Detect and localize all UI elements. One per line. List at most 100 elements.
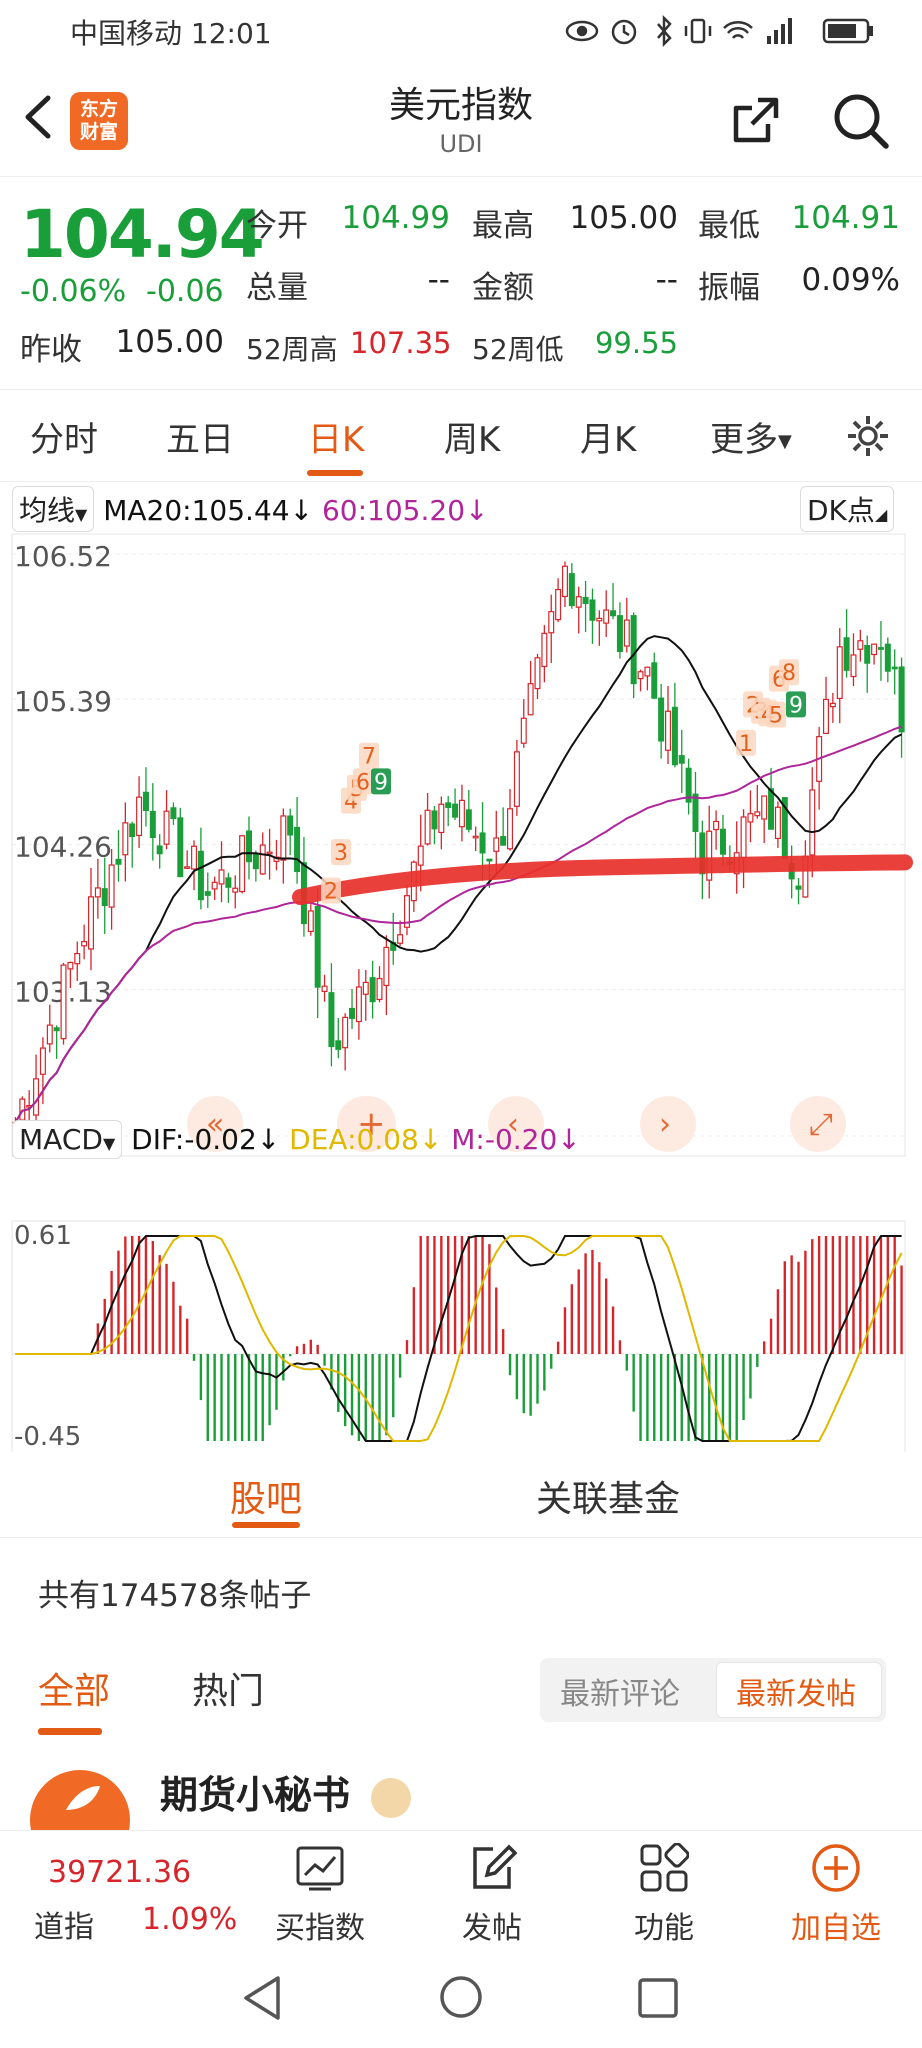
candle-body xyxy=(149,810,156,838)
nav-functions[interactable]: 功能 xyxy=(594,1831,734,1949)
candle-body xyxy=(877,647,884,650)
candle-body xyxy=(431,810,438,830)
dk-marker-label: 3 xyxy=(334,841,348,866)
candle-body xyxy=(438,803,445,834)
status-bar: 中国移动 12:01 xyxy=(0,0,922,62)
dk-point-label: DK点 xyxy=(807,494,875,527)
candle-body xyxy=(122,822,129,856)
nav-add-watchlist[interactable]: 加自选 xyxy=(766,1831,906,1949)
share-button[interactable] xyxy=(728,92,784,148)
candle-body xyxy=(314,906,321,988)
tab-more[interactable]: 更多▼ xyxy=(710,412,792,461)
candle-body xyxy=(630,615,637,685)
carrier-time: 中国移动 12:01 xyxy=(70,17,272,50)
status-icons xyxy=(562,14,892,54)
candle-body xyxy=(768,788,775,830)
quote-panel: 104.94 -0.06% -0.06 今开 104.99 最高 105.00 … xyxy=(0,178,922,390)
candle-body xyxy=(259,844,266,875)
low-label: 最低 xyxy=(698,208,760,244)
signal-icon xyxy=(767,18,792,44)
verified-badge-icon xyxy=(371,1777,412,1818)
candle-body xyxy=(527,683,534,716)
candle-body xyxy=(362,981,369,995)
post-username[interactable]: 期货小秘书 xyxy=(160,1764,412,1819)
candle-body xyxy=(60,964,67,1040)
amplitude-value: 0.09% xyxy=(801,262,900,298)
price-tick-label: 106.52 xyxy=(14,540,112,573)
candle-body xyxy=(417,845,424,866)
fullscreen-icon: ⤢ xyxy=(809,1107,833,1142)
candle-body xyxy=(129,823,136,838)
tab-all[interactable]: 全部 xyxy=(38,1662,110,1714)
candle-body xyxy=(184,866,191,869)
chart-settings-button[interactable] xyxy=(846,414,890,458)
candle-body xyxy=(713,820,720,831)
candle-body xyxy=(582,596,589,604)
candle-body xyxy=(211,881,218,890)
week52-low-value: 99.55 xyxy=(594,326,678,360)
candle-body xyxy=(568,573,575,607)
search-button[interactable] xyxy=(830,90,892,152)
week52-high-label: 52周高 xyxy=(246,333,338,366)
tab-related-funds[interactable]: 关联基金 xyxy=(536,1470,680,1522)
candle-body xyxy=(513,751,520,807)
kline-svg[interactable]: 106.52105.39104.26103.13101.992345679123… xyxy=(0,526,922,1452)
dk-marker-label: 2 xyxy=(324,880,338,905)
feed-tabs: 全部 热门 最新评论 最新发帖 xyxy=(0,1648,922,1738)
post-username-text: 期货小秘书 xyxy=(160,1773,351,1817)
price-panel-frame xyxy=(11,533,906,1157)
system-nav-bar xyxy=(0,1948,922,2048)
dea-readout: DEA:0.08↓ xyxy=(289,1123,442,1156)
candle-body xyxy=(822,698,830,734)
nav-buy-index[interactable]: 买指数 xyxy=(250,1831,390,1949)
alarm-icon xyxy=(611,19,637,45)
sort-latest-post[interactable]: 最新发帖 xyxy=(736,1669,856,1713)
price-tick-label: 104.26 xyxy=(14,830,112,863)
candle-body xyxy=(170,807,177,820)
nav-post[interactable]: 发帖 xyxy=(422,1831,562,1949)
dk-marker-label: 5 xyxy=(769,704,783,729)
candle-body xyxy=(658,697,665,742)
tab-weekly-k[interactable]: 周K xyxy=(444,412,500,461)
candle-body xyxy=(342,1016,349,1049)
tab-five-day[interactable]: 五日 xyxy=(166,412,234,461)
sort-latest-comment[interactable]: 最新评论 xyxy=(560,1669,680,1713)
candle-body xyxy=(884,643,891,672)
candle-body xyxy=(458,799,465,828)
price-tick-label: 105.39 xyxy=(14,685,112,718)
tab-intraday[interactable]: 分时 xyxy=(30,412,98,461)
open-value: 104.99 xyxy=(341,200,450,236)
system-back-icon[interactable] xyxy=(240,1974,284,2022)
m-value: M:-0.20 xyxy=(451,1123,558,1156)
prev-close-label: 昨收 xyxy=(20,332,82,368)
prev-close-value: 105.00 xyxy=(115,324,224,360)
system-home-icon[interactable] xyxy=(438,1974,484,2020)
candle-body xyxy=(520,717,527,744)
tab-monthly-k[interactable]: 月K xyxy=(580,412,636,461)
candle-body xyxy=(809,789,816,856)
candle-body xyxy=(108,864,115,908)
macd-selector[interactable]: MACD▼ xyxy=(12,1120,123,1159)
candle-body xyxy=(548,611,555,634)
dk-marker-label: 9 xyxy=(374,770,388,795)
candle-body xyxy=(445,802,452,808)
nav-add-watchlist-label: 加自选 xyxy=(791,1911,881,1946)
candle-body xyxy=(383,946,390,987)
candle-body xyxy=(740,816,747,859)
tab-guba[interactable]: 股吧 xyxy=(230,1470,302,1522)
tab-hot[interactable]: 热门 xyxy=(192,1662,264,1714)
candle-body xyxy=(534,657,541,690)
ma20-readout: MA20:105.44↓ xyxy=(103,494,313,527)
active-tab-indicator xyxy=(307,470,363,476)
candle-body xyxy=(232,887,239,893)
dif-value: DIF:-0.02 xyxy=(131,1123,257,1156)
gear-icon xyxy=(848,416,888,456)
candle-body xyxy=(328,992,335,1048)
system-recents-icon[interactable] xyxy=(636,1976,680,2020)
tab-daily-k[interactable]: 日K xyxy=(308,412,364,461)
candle-body xyxy=(829,702,836,708)
candle-body xyxy=(397,934,404,944)
candle-body xyxy=(561,565,568,598)
candle-body xyxy=(307,910,314,933)
post-item[interactable]: 期货小秘书 xyxy=(0,1760,922,1870)
